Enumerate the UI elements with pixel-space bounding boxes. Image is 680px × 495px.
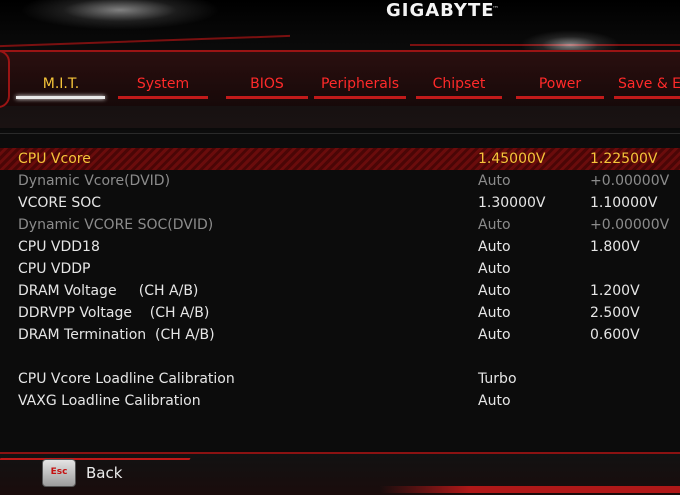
gigabyte-logo: GIGABYTE	[386, 0, 495, 21]
setting-value[interactable]: Auto	[478, 258, 511, 280]
setting-current: +0.00000V	[590, 217, 670, 233]
setting-label: DDRVPP Voltage (CH A/B)	[18, 305, 210, 321]
setting-label: DRAM Termination (CH A/B)	[18, 327, 215, 343]
setting-label: DRAM Voltage (CH A/B)	[18, 283, 199, 299]
setting-value[interactable]: 1.30000V	[478, 192, 545, 214]
header-accent-line	[0, 34, 290, 48]
setting-label: CPU VDD18	[18, 239, 100, 255]
setting-label: VCORE SOC	[18, 195, 102, 211]
setting-current: 0.600V	[590, 327, 640, 343]
setting-row-dynamic-vcore-soc[interactable]: Dynamic VCORE SOC(DVID) Auto +0.00000V	[0, 214, 680, 236]
setting-value[interactable]: Auto	[478, 236, 511, 258]
setting-current: 1.800V	[590, 239, 640, 255]
setting-row-dram-voltage[interactable]: DRAM Voltage (CH A/B) Auto 1.200V	[0, 280, 680, 302]
setting-label: CPU Vcore	[18, 151, 91, 167]
tab-peripherals[interactable]: Peripherals	[314, 74, 406, 94]
tab-power-underline	[516, 96, 604, 99]
footer-accent-bar	[380, 486, 680, 493]
setting-row-ddrvpp-voltage[interactable]: DDRVPP Voltage (CH A/B) Auto 2.500V	[0, 302, 680, 324]
setting-value[interactable]: Auto	[478, 214, 511, 236]
setting-label: VAXG Loadline Calibration	[18, 393, 201, 409]
setting-label: Dynamic Vcore(DVID)	[18, 173, 171, 189]
setting-value[interactable]: Auto	[478, 280, 511, 302]
setting-value[interactable]: Auto	[478, 302, 511, 324]
back-button[interactable]: Back	[86, 464, 122, 482]
tab-bar-edge	[0, 50, 10, 108]
setting-row-vaxg-llc[interactable]: VAXG Loadline Calibration Auto	[0, 390, 680, 412]
tab-peripherals-underline	[314, 96, 406, 99]
tab-system-underline	[118, 96, 208, 99]
setting-current: 1.10000V	[590, 195, 658, 211]
setting-current: 1.200V	[590, 283, 640, 299]
setting-label: Dynamic VCORE SOC(DVID)	[18, 217, 214, 233]
setting-row-cpu-vdd18[interactable]: CPU VDD18 Auto 1.800V	[0, 236, 680, 258]
setting-current: 2.500V	[590, 305, 640, 321]
trademark-mark: ™	[492, 5, 499, 13]
setting-current: +0.00000V	[590, 173, 670, 189]
tab-chipset-underline	[416, 96, 502, 99]
setting-row-dynamic-vcore[interactable]: Dynamic Vcore(DVID) Auto +0.00000V	[0, 170, 680, 192]
settings-divider	[0, 133, 680, 134]
setting-label: CPU Vcore Loadline Calibration	[18, 371, 235, 387]
tab-save-exit[interactable]: Save & E	[618, 74, 680, 94]
setting-row-dram-termination[interactable]: DRAM Termination (CH A/B) Auto 0.600V	[0, 324, 680, 346]
setting-value[interactable]: Auto	[478, 324, 511, 346]
tab-bios[interactable]: BIOS	[226, 74, 308, 94]
setting-row-cpu-vcore[interactable]: CPU Vcore 1.45000V 1.22500V	[0, 148, 680, 170]
tab-power[interactable]: Power	[516, 74, 604, 94]
setting-value[interactable]: Turbo	[478, 368, 517, 390]
setting-value[interactable]: Auto	[478, 170, 511, 192]
tab-chipset[interactable]: Chipset	[416, 74, 502, 94]
setting-row-vcore-soc[interactable]: VCORE SOC 1.30000V 1.10000V	[0, 192, 680, 214]
header-glow	[20, 0, 220, 30]
footer-accent-line	[0, 458, 191, 460]
tab-system[interactable]: System	[118, 74, 208, 94]
setting-value[interactable]: Auto	[478, 390, 511, 412]
tab-mit[interactable]: M.I.T.	[18, 74, 104, 94]
tab-bios-underline	[226, 96, 308, 99]
esc-key-icon[interactable]: Esc	[42, 459, 76, 487]
setting-current: 1.22500V	[590, 151, 658, 167]
setting-value[interactable]: 1.45000V	[478, 148, 545, 170]
tab-save-exit-underline	[614, 96, 680, 99]
setting-label: CPU VDDP	[18, 261, 91, 277]
tab-mit-underline	[16, 96, 105, 99]
setting-row-cpu-vddp[interactable]: CPU VDDP Auto	[0, 258, 680, 280]
setting-row-cpu-vcore-llc[interactable]: CPU Vcore Loadline Calibration Turbo	[0, 368, 680, 390]
